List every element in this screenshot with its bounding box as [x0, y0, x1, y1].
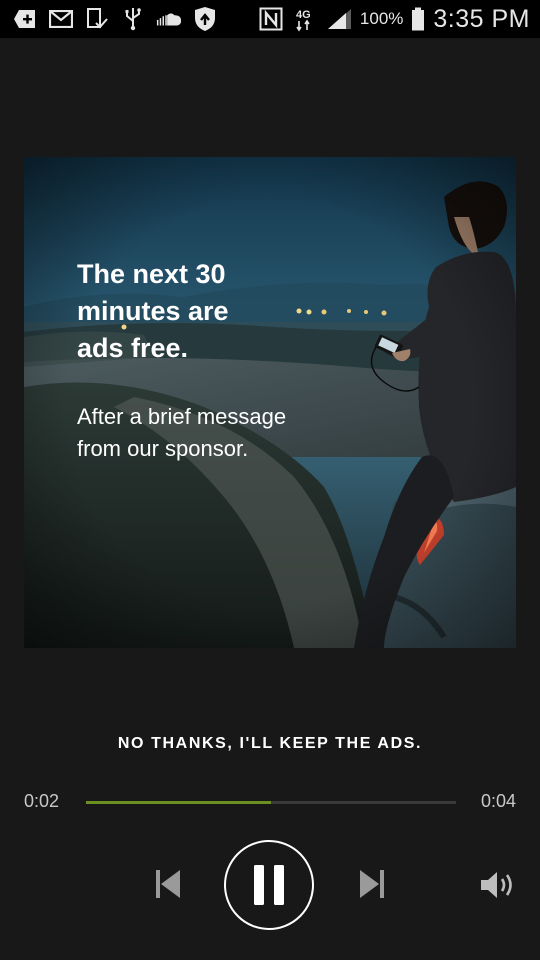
volume-icon: [481, 872, 512, 898]
add-box-icon: [12, 7, 38, 31]
ad-headline: The next 30 minutes are ads free.: [77, 259, 229, 363]
previous-button[interactable]: [148, 862, 188, 906]
network-label: 4G: [296, 9, 311, 21]
skip-next-icon: [360, 870, 384, 898]
device-check-icon: [84, 7, 110, 31]
progress-bar[interactable]: [86, 801, 456, 804]
usb-icon: [120, 7, 146, 31]
signal-icon: [326, 7, 352, 31]
ad-card[interactable]: The next 30 minutes are ads free. After …: [24, 157, 516, 648]
battery-percentage: 100%: [359, 9, 404, 28]
soundcloud-icon: [156, 7, 182, 31]
pause-button[interactable]: [224, 840, 314, 930]
skip-previous-icon: [156, 870, 180, 898]
ad-subtext: After a brief message from our sponsor.: [77, 404, 287, 461]
total-time: 0:04: [480, 791, 516, 811]
status-bar: 4G 100% 3:35 PM: [0, 0, 540, 38]
shield-icon: [192, 7, 218, 31]
mail-icon: [48, 7, 74, 31]
keep-ads-button[interactable]: NO THANKS, I'LL KEEP THE ADS.: [0, 726, 540, 760]
clock: 3:35 PM: [433, 4, 530, 33]
progress-fill: [86, 801, 271, 804]
pause-icon: [254, 865, 284, 905]
elapsed-time: 0:02: [24, 791, 60, 811]
nfc-icon: [258, 7, 284, 31]
next-button[interactable]: [352, 862, 392, 906]
volume-button[interactable]: [476, 864, 522, 906]
battery-icon: [411, 7, 425, 31]
4g-icon: 4G: [292, 7, 318, 32]
